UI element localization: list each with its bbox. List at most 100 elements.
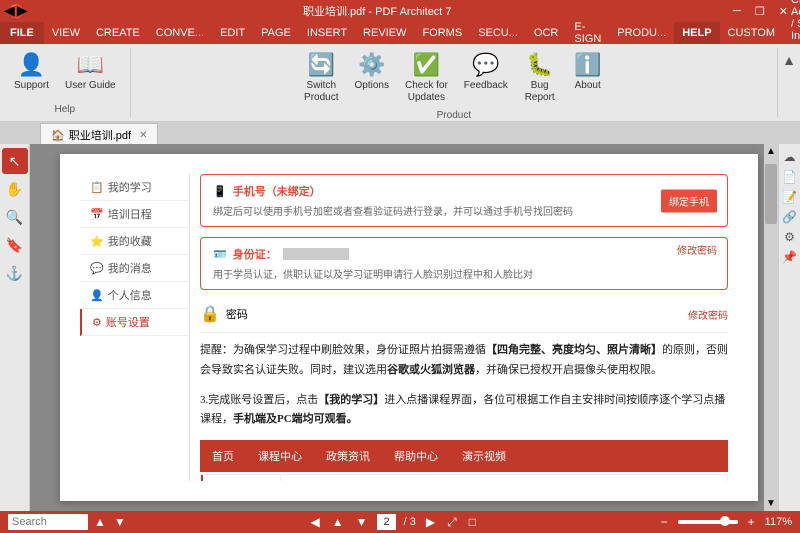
pdf-nav-sidebar: 📋 我的学习 📅 培训日程 ⭐ 我的收藏 💬 我的消息 👤 个人信息 <box>80 174 190 481</box>
switch-product-label: SwitchProduct <box>304 80 338 104</box>
nav-right-arrow[interactable]: ▶ <box>17 2 28 19</box>
password-label: 密码 <box>226 306 248 322</box>
tab-insert[interactable]: INSERT <box>299 22 355 44</box>
user-guide-button[interactable]: 📖 User Guide <box>59 48 122 96</box>
tab-view[interactable]: VIEW <box>44 22 88 44</box>
vertical-scrollbar[interactable]: ▲ ▼ <box>764 144 778 511</box>
doc-home-icon: 🏠 <box>51 129 65 142</box>
feedback-icon: 💬 <box>472 52 499 78</box>
id-card-desc: 用于学员认证，供职认证以及学习证明申请行人脸识别过程中和人脸比对 <box>213 266 715 281</box>
nav-favorites[interactable]: ⭐ 我的收藏 <box>80 228 189 255</box>
current-page[interactable]: 2 <box>377 514 395 530</box>
doc-tab-pdf[interactable]: 🏠 职业培训.pdf ✕ <box>40 123 158 147</box>
nav-messages[interactable]: 💬 我的消息 <box>80 255 189 282</box>
doc-tab-filename: 职业培训.pdf <box>69 127 131 143</box>
settings-tool[interactable]: ⚙ <box>781 228 799 246</box>
nav-policy-info[interactable]: 政策资讯 <box>314 444 382 468</box>
status-left: ▲ ▼ <box>8 514 128 530</box>
nav-my-learning[interactable]: 📋 我的学习 <box>80 174 189 201</box>
scroll-down-btn[interactable]: ▼ <box>112 515 128 529</box>
options-button[interactable]: ⚙️ Options <box>349 48 395 96</box>
about-label: About <box>575 80 601 92</box>
switch-product-button[interactable]: 🔄 SwitchProduct <box>298 48 344 108</box>
tab-forms[interactable]: FORMS <box>414 22 470 44</box>
about-icon: ℹ️ <box>574 52 601 78</box>
scroll-up[interactable]: ▲ <box>764 144 778 159</box>
cloud-tool[interactable]: ☁ <box>781 148 799 166</box>
nav-course-center[interactable]: 课程中心 <box>246 444 314 468</box>
title-bar-title: 职业培训.pdf - PDF Architect 7 <box>303 3 452 19</box>
nav-demo-video[interactable]: 演示视频 <box>450 444 518 468</box>
create-account-link[interactable]: ▶ Create Account / Sign In <box>783 0 800 44</box>
edit-id-link[interactable]: 修改密码 <box>677 242 717 257</box>
tab-file[interactable]: FILE <box>0 22 44 44</box>
tab-esign[interactable]: E-SIGN <box>566 22 609 44</box>
bind-phone-button[interactable]: 绑定手机 <box>661 189 717 212</box>
hand-tool[interactable]: ✋ <box>2 176 28 202</box>
phone-card: 📱 手机号（未绑定） 绑定后可以使用手机号加密或者查看验证码进行登录，并可以通过… <box>200 174 728 227</box>
nav-messages-icon: 💬 <box>90 262 104 275</box>
tab-products[interactable]: PRODU... <box>609 22 674 44</box>
nav-personal-label: 个人信息 <box>108 287 152 303</box>
doc-tab-close[interactable]: ✕ <box>139 130 147 141</box>
pin-tool[interactable]: 📌 <box>781 248 799 266</box>
tab-review[interactable]: REVIEW <box>355 22 414 44</box>
tab-help[interactable]: HELP <box>674 22 719 44</box>
bug-report-icon: 🐛 <box>526 52 553 78</box>
support-button[interactable]: 👤 Support <box>8 48 55 96</box>
options-label: Options <box>355 80 389 92</box>
about-button[interactable]: ℹ️ About <box>566 48 610 96</box>
course-nav-my-learning[interactable]: 📋 我的学习 <box>201 475 280 481</box>
pdf-page: 📋 我的学习 📅 培训日程 ⭐ 我的收藏 💬 我的消息 👤 个人信息 <box>60 154 758 501</box>
user-guide-icon: 📖 <box>77 52 104 78</box>
nav-account-settings[interactable]: ⚙ 账号设置 <box>80 309 189 336</box>
status-right: − + 117% <box>659 515 792 529</box>
zoom-tool[interactable]: 🔍 <box>2 204 28 230</box>
tab-create[interactable]: CREATE <box>88 22 148 44</box>
page-tool[interactable]: 📄 <box>781 168 799 186</box>
tab-page[interactable]: PAGE <box>253 22 299 44</box>
nav-left-arrow[interactable]: ◀ <box>4 2 15 19</box>
bookmark-tool[interactable]: 🔖 <box>2 232 28 258</box>
minimize-button[interactable]: ─ <box>729 5 745 18</box>
tab-custom[interactable]: CUSTOM <box>720 22 783 44</box>
next-page-btn[interactable]: ▶ <box>424 515 437 529</box>
search-input[interactable] <box>8 514 88 530</box>
edit-tool[interactable]: 📝 <box>781 188 799 206</box>
highlight-text-1: 【四角完整、亮度均匀、照片清晰】 <box>486 344 662 356</box>
tab-ocr[interactable]: OCR <box>526 22 566 44</box>
nav-training-schedule[interactable]: 📅 培训日程 <box>80 201 189 228</box>
tab-convert[interactable]: CONVE... <box>148 22 212 44</box>
anchor-tool[interactable]: ⚓ <box>2 260 28 286</box>
change-password-link[interactable]: 修改密码 <box>688 307 728 322</box>
nav-help-center[interactable]: 帮助中心 <box>382 444 450 468</box>
zoom-in-btn[interactable]: + <box>746 515 757 529</box>
nav-arrows: ◀ ▶ <box>4 2 28 19</box>
page-up-btn[interactable]: ▲ <box>330 515 346 529</box>
link-tool[interactable]: 🔗 <box>781 208 799 226</box>
scroll-up-btn[interactable]: ▲ <box>92 515 108 529</box>
zoom-out-btn[interactable]: − <box>659 515 670 529</box>
fit-width-btn[interactable]: □ <box>467 515 478 529</box>
prev-page-btn[interactable]: ◀ <box>308 515 321 529</box>
nav-personal-info[interactable]: 👤 个人信息 <box>80 282 189 309</box>
scroll-down[interactable]: ▼ <box>764 498 778 509</box>
scrollbar-thumb[interactable] <box>765 164 777 224</box>
cursor-tool[interactable]: ↖ <box>2 148 28 174</box>
feedback-button[interactable]: 💬 Feedback <box>458 48 514 96</box>
nav-home[interactable]: 首页 <box>200 444 246 468</box>
ribbon-collapse-btn[interactable]: ▲ <box>778 48 800 117</box>
tab-edit[interactable]: EDIT <box>212 22 253 44</box>
tab-security[interactable]: SECU... <box>470 22 526 44</box>
zoom-slider[interactable] <box>678 520 738 524</box>
switch-product-icon: 🔄 <box>308 52 335 78</box>
product-group: 🔄 SwitchProduct ⚙️ Options ✅ Check forUp… <box>131 48 779 117</box>
bug-report-button[interactable]: 🐛 BugReport <box>518 48 562 108</box>
fit-page-btn[interactable]: ⤢ <box>445 515 459 530</box>
restore-button[interactable]: ❐ <box>751 5 769 18</box>
check-updates-button[interactable]: ✅ Check forUpdates <box>399 48 454 108</box>
status-center: ◀ ▲ ▼ 2 / 3 ▶ ⤢ □ <box>128 514 659 530</box>
nav-my-learning-label: 我的学习 <box>108 179 152 195</box>
page-down-btn[interactable]: ▼ <box>354 515 370 529</box>
support-icon: 👤 <box>18 52 45 78</box>
